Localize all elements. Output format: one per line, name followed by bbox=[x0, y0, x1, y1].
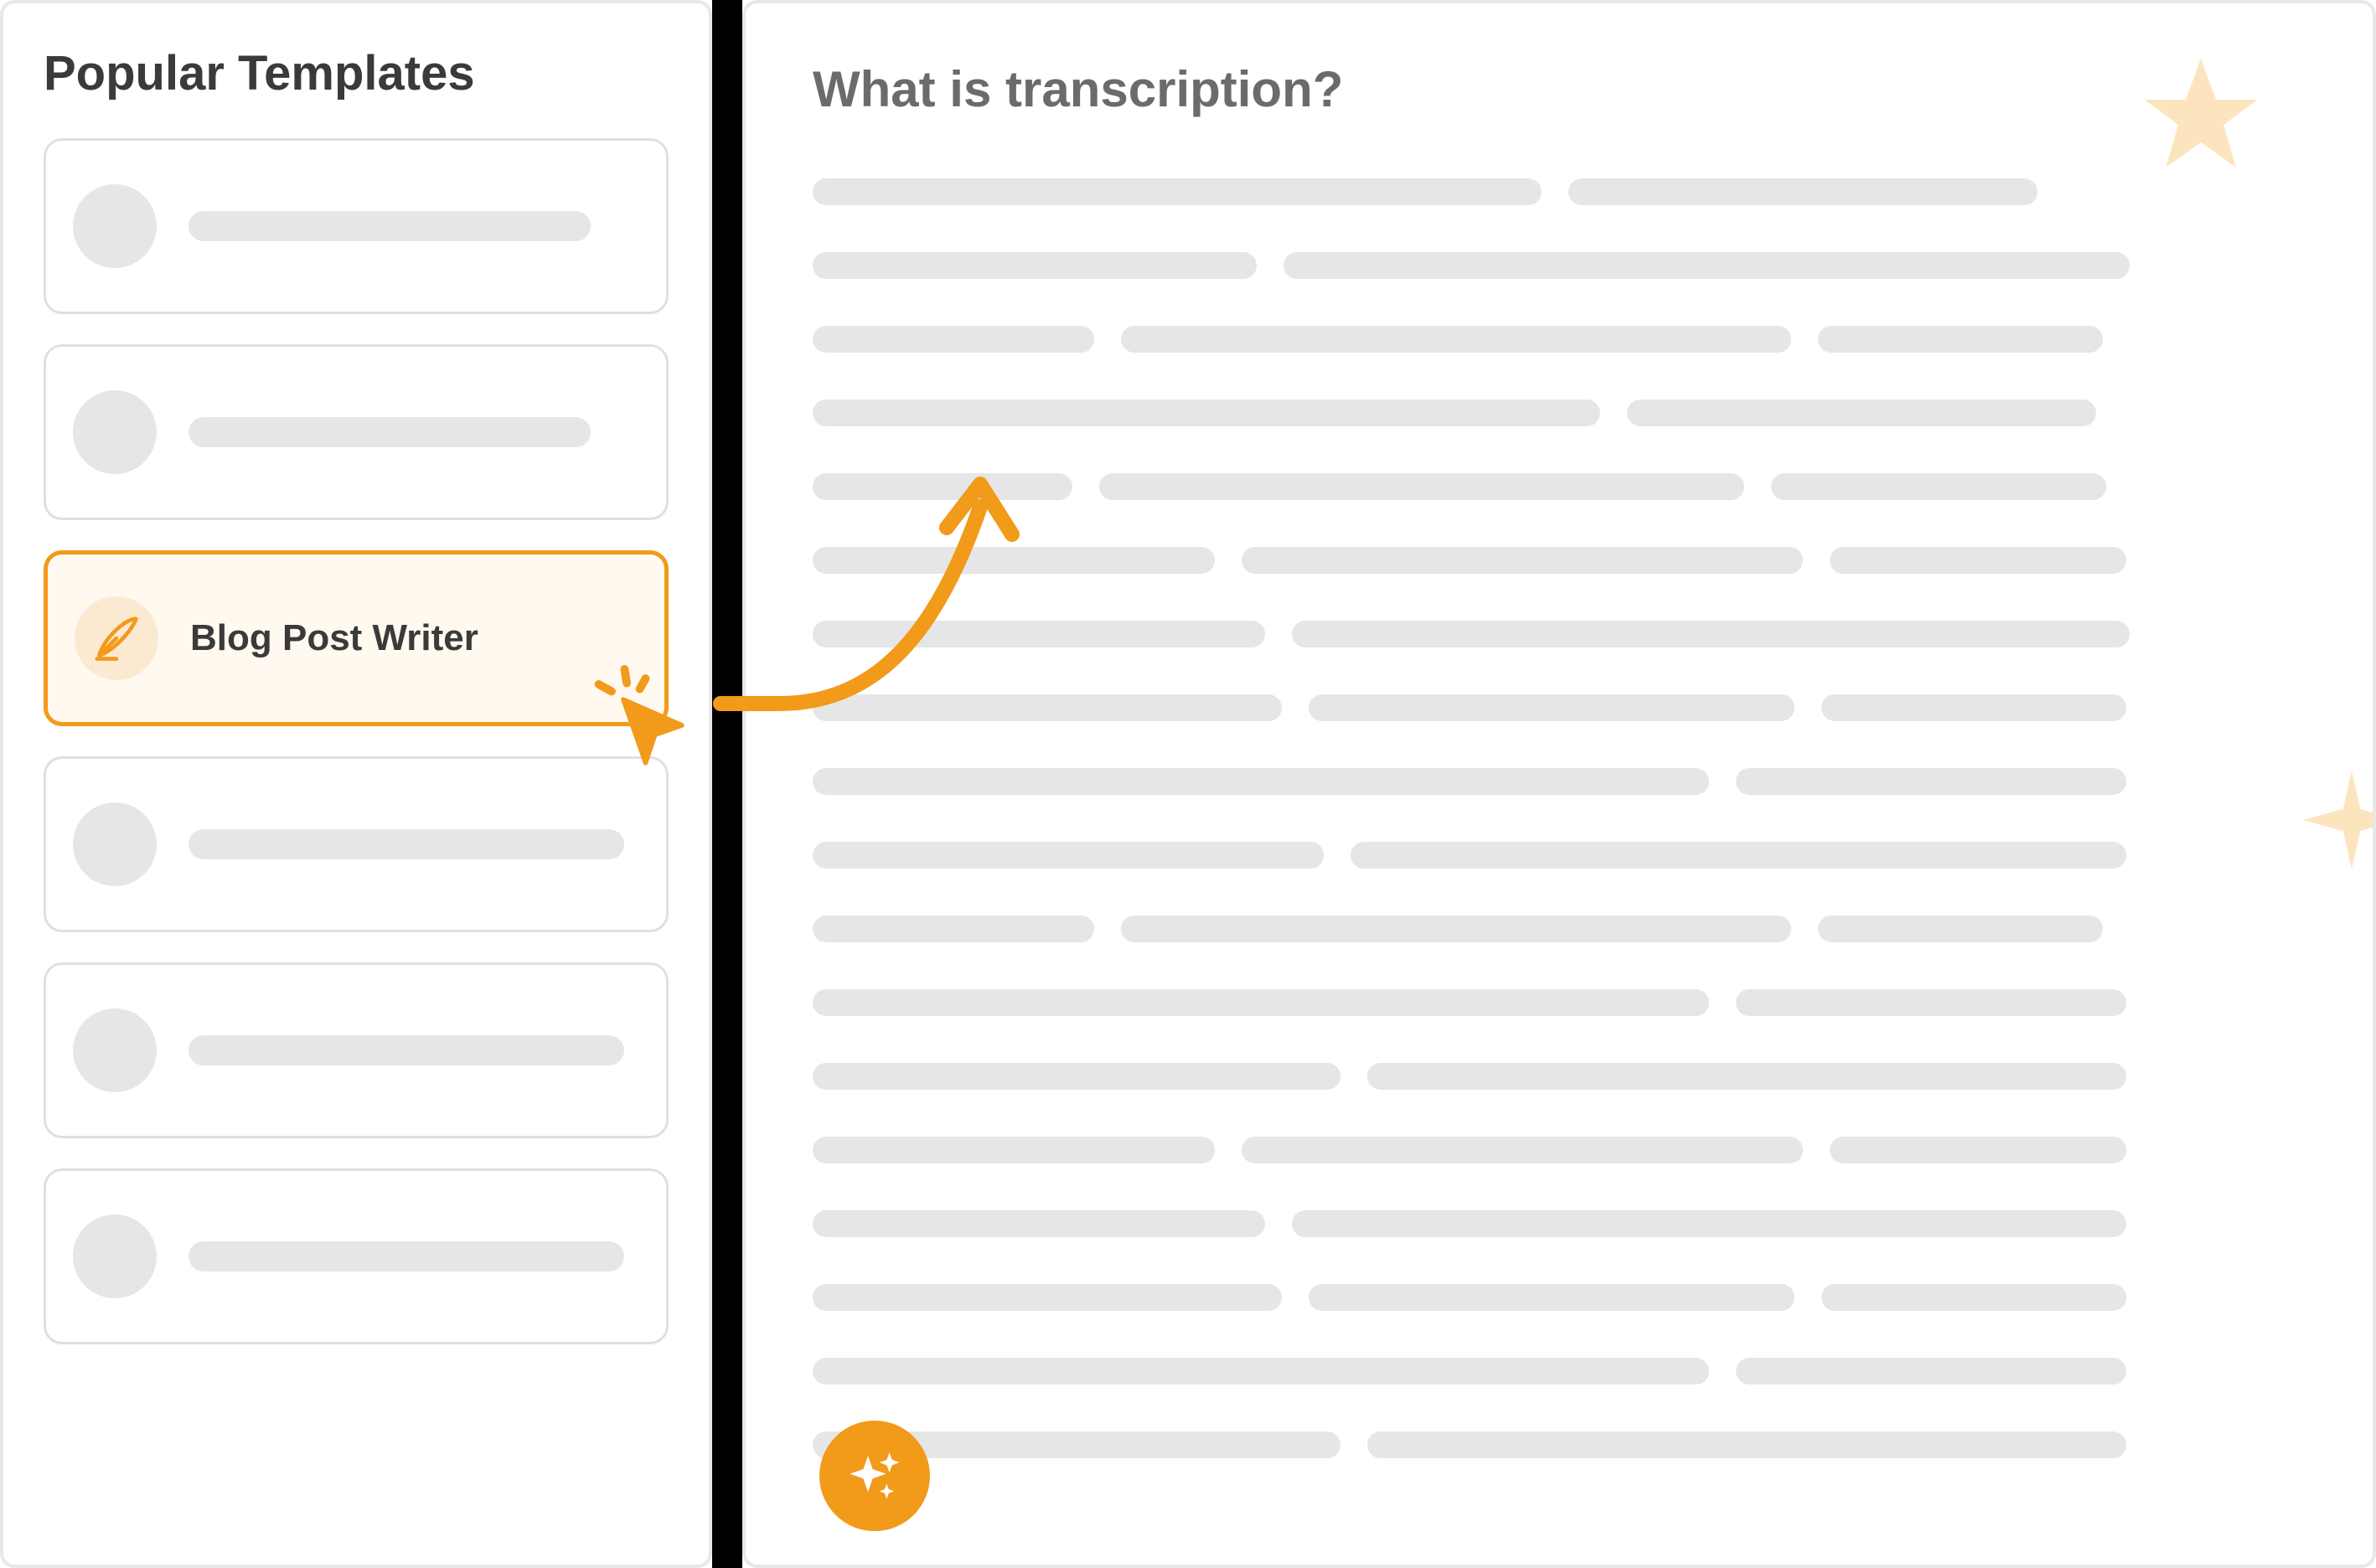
text-segment bbox=[813, 989, 1709, 1016]
text-segment bbox=[1242, 1137, 1803, 1163]
text-segment bbox=[1121, 326, 1791, 353]
text-row bbox=[813, 1358, 2306, 1385]
text-segment bbox=[813, 473, 1072, 500]
text-row bbox=[813, 1210, 2306, 1237]
text-segment bbox=[1568, 178, 2038, 205]
template-avatar-placeholder bbox=[73, 1215, 157, 1298]
text-row bbox=[813, 400, 2306, 426]
text-segment bbox=[813, 326, 1094, 353]
text-segment bbox=[813, 694, 1282, 721]
quill-icon bbox=[90, 612, 142, 664]
template-item[interactable] bbox=[44, 138, 669, 314]
text-row bbox=[813, 252, 2306, 279]
sparkle-star-icon bbox=[2138, 52, 2264, 182]
text-segment bbox=[1121, 916, 1791, 942]
text-segment bbox=[1821, 1284, 2126, 1311]
text-segment bbox=[813, 916, 1094, 942]
template-label-placeholder bbox=[189, 417, 591, 447]
text-segment bbox=[1242, 547, 1803, 574]
template-avatar-placeholder bbox=[73, 1008, 157, 1092]
template-avatar-placeholder bbox=[73, 802, 157, 886]
text-row bbox=[813, 842, 2306, 869]
template-item[interactable] bbox=[44, 962, 669, 1138]
text-row bbox=[813, 1137, 2306, 1163]
text-segment bbox=[1309, 1284, 1795, 1311]
text-segment bbox=[1830, 547, 2126, 574]
text-segment bbox=[1367, 1063, 2126, 1090]
text-row bbox=[813, 694, 2306, 721]
text-segment bbox=[1284, 252, 2130, 279]
text-segment bbox=[813, 1284, 1282, 1311]
text-segment bbox=[1099, 473, 1744, 500]
text-segment bbox=[1736, 768, 2126, 795]
text-row bbox=[813, 326, 2306, 353]
sidebar-title: Popular Templates bbox=[44, 45, 669, 101]
text-segment bbox=[1736, 989, 2126, 1016]
text-segment bbox=[1818, 916, 2103, 942]
text-segment bbox=[813, 400, 1600, 426]
template-avatar-placeholder bbox=[73, 390, 157, 474]
text-segment bbox=[1292, 1210, 2126, 1237]
text-row bbox=[813, 621, 2306, 647]
text-segment bbox=[813, 547, 1215, 574]
template-label-placeholder bbox=[189, 1035, 624, 1065]
text-segment bbox=[813, 621, 1265, 647]
content-title: What is transcription? bbox=[813, 60, 2306, 118]
text-segment bbox=[813, 178, 1542, 205]
text-segment bbox=[1627, 400, 2096, 426]
text-row bbox=[813, 768, 2306, 795]
text-segment bbox=[1292, 621, 2130, 647]
template-label-placeholder bbox=[189, 829, 624, 859]
vertical-divider bbox=[712, 0, 742, 1568]
template-avatar-placeholder bbox=[73, 184, 157, 268]
template-item[interactable] bbox=[44, 756, 669, 932]
text-row bbox=[813, 473, 2306, 500]
text-segment bbox=[1821, 694, 2126, 721]
content-text-placeholder bbox=[813, 178, 2306, 1458]
template-item[interactable] bbox=[44, 1168, 669, 1344]
text-segment bbox=[1309, 694, 1795, 721]
text-row bbox=[813, 989, 2306, 1016]
text-segment bbox=[1830, 1137, 2126, 1163]
text-segment bbox=[813, 1137, 1215, 1163]
template-avatar-quill bbox=[75, 596, 158, 680]
text-segment bbox=[1818, 326, 2103, 353]
sparkle-star-icon bbox=[2297, 766, 2376, 879]
template-label-placeholder bbox=[189, 1241, 624, 1271]
template-label: Blog Post Writer bbox=[190, 617, 478, 659]
content-panel: What is transcription? bbox=[742, 0, 2376, 1568]
text-row bbox=[813, 916, 2306, 942]
text-row bbox=[813, 1284, 2306, 1311]
template-item[interactable] bbox=[44, 344, 669, 520]
text-segment bbox=[1736, 1358, 2126, 1385]
sidebar: Popular Templates Blog Post Writer bbox=[0, 0, 712, 1568]
text-segment bbox=[1351, 842, 2126, 869]
text-row bbox=[813, 547, 2306, 574]
template-label-placeholder bbox=[189, 211, 591, 241]
text-row bbox=[813, 1431, 2306, 1458]
text-segment bbox=[813, 1063, 1340, 1090]
text-row bbox=[813, 1063, 2306, 1090]
text-segment bbox=[813, 1358, 1709, 1385]
text-row bbox=[813, 178, 2306, 205]
text-segment bbox=[813, 252, 1257, 279]
template-item-blog-post-writer[interactable]: Blog Post Writer bbox=[44, 550, 669, 726]
text-segment bbox=[813, 768, 1709, 795]
text-segment bbox=[813, 1210, 1265, 1237]
text-segment bbox=[813, 842, 1324, 869]
text-segment bbox=[1771, 473, 2106, 500]
ai-sparkle-badge[interactable] bbox=[819, 1421, 930, 1531]
text-segment bbox=[1367, 1431, 2126, 1458]
